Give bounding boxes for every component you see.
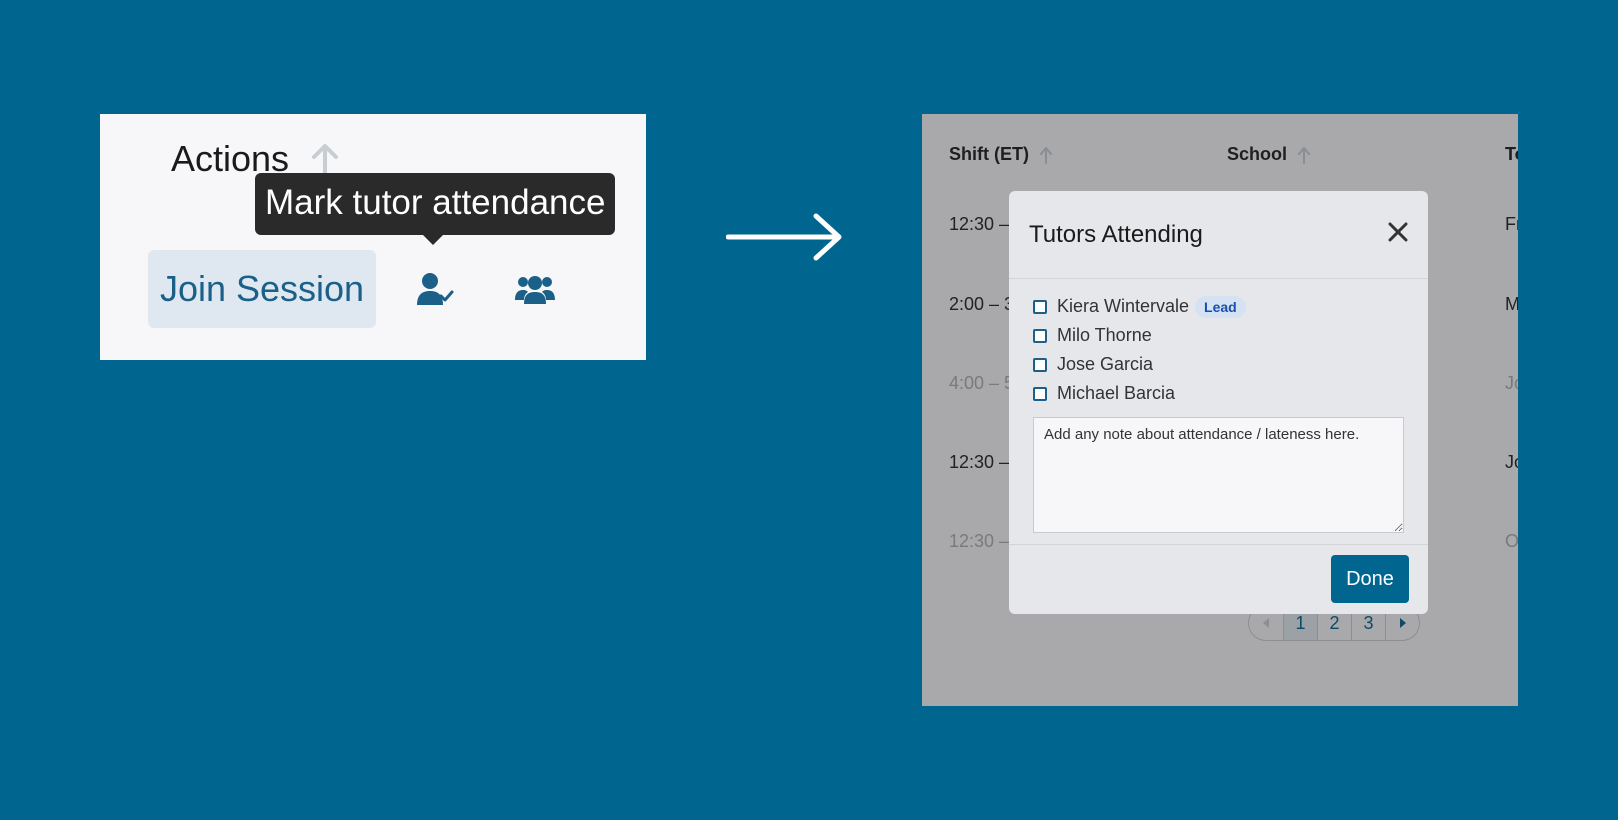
modal-footer: Done [1009, 544, 1428, 614]
modal-header: Tutors Attending [1009, 191, 1428, 279]
user-check-icon [415, 272, 455, 309]
modal-title: Tutors Attending [1029, 221, 1203, 248]
shift-cell: 4:00 – 5 [949, 373, 1015, 393]
shift-header-label: Shift (ET) [949, 144, 1029, 164]
school-header-label: School [1227, 144, 1288, 164]
tutor-name: Kiera Wintervale [1057, 296, 1190, 316]
attendance-note-field[interactable] [1033, 417, 1404, 533]
actions-cell-panel: Actions Join Session Mark tutor attendan… [100, 114, 646, 360]
shift-cell: 12:30 – [949, 531, 1010, 551]
mark-attendance-button[interactable] [412, 270, 458, 310]
tutor-column-header[interactable]: To [1505, 144, 1518, 165]
shift-cell: 12:30 – [949, 452, 1010, 472]
tutor-row[interactable]: Michael Barcia [1033, 379, 1246, 408]
shift-column-header[interactable]: Shift (ET) [949, 144, 1053, 165]
join-session-button[interactable]: Join Session [148, 250, 376, 328]
users-group-icon [515, 272, 555, 309]
tutor-name: Milo Thorne [1057, 325, 1152, 345]
sort-arrow-icon[interactable] [311, 141, 339, 177]
tutor-name: Jose Garcia [1057, 354, 1154, 374]
tutor-cell: Jo [1505, 373, 1518, 393]
sort-arrow-icon[interactable] [1297, 146, 1311, 164]
tutor-cell: Fr [1505, 214, 1518, 234]
tutor-name: Michael Barcia [1057, 383, 1176, 403]
school-column-header[interactable]: School [1227, 144, 1311, 165]
tutor-row[interactable]: Kiera Wintervale Lead [1033, 292, 1246, 321]
tutors-attending-modal: Tutors Attending Kiera Wintervale Lead M… [1009, 191, 1428, 614]
tutor-header-label: To [1505, 144, 1518, 164]
sessions-table-panel: Shift (ET) School To 12:30 – Fr 2:00 – 3… [922, 114, 1518, 706]
tutor-checkbox[interactable] [1033, 357, 1047, 372]
tutor-checklist: Kiera Wintervale Lead Milo Thorne Jose G… [1033, 292, 1246, 408]
lead-badge: Lead [1195, 295, 1246, 318]
shift-cell: 12:30 – [949, 214, 1010, 234]
done-button[interactable]: Done [1331, 555, 1409, 603]
view-tutors-button[interactable] [512, 270, 558, 310]
tooltip: Mark tutor attendance [255, 173, 616, 245]
arrow-right-icon [725, 212, 844, 267]
tutor-cell: Jo [1505, 452, 1518, 472]
tutor-checkbox[interactable] [1033, 299, 1047, 314]
close-button[interactable] [1386, 221, 1410, 245]
caret-right-icon [1399, 613, 1407, 634]
tutor-checkbox[interactable] [1033, 328, 1047, 343]
tutor-cell: M [1505, 294, 1518, 314]
close-icon [1388, 222, 1408, 245]
tutor-cell: O [1505, 531, 1518, 551]
tutor-checkbox[interactable] [1033, 386, 1047, 401]
caret-left-icon [1262, 613, 1270, 634]
shift-cell: 2:00 – 3 [949, 294, 1015, 314]
tutor-row[interactable]: Milo Thorne [1033, 321, 1246, 350]
tutor-row[interactable]: Jose Garcia [1033, 350, 1246, 379]
sort-arrow-icon[interactable] [1039, 146, 1053, 164]
